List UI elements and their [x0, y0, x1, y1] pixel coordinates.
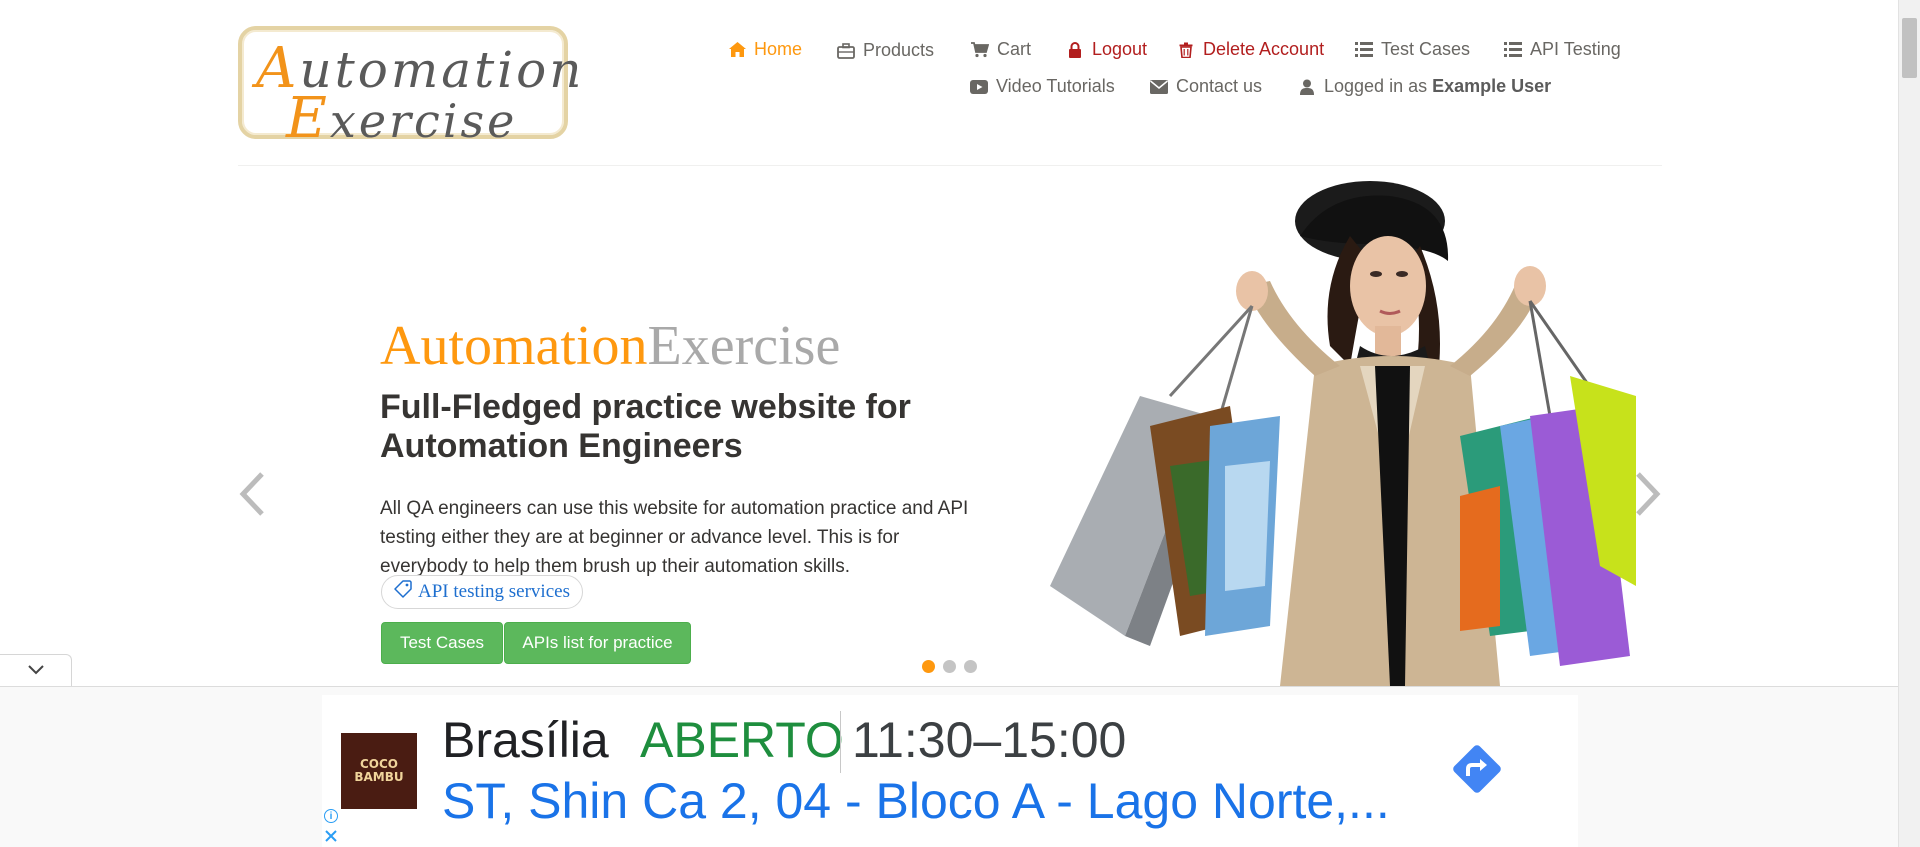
- nav-test-cases[interactable]: Test Cases: [1355, 39, 1470, 60]
- nav-cart[interactable]: Cart: [971, 39, 1031, 60]
- nav-cart-label: Cart: [997, 39, 1032, 59]
- ad-open-status: ABERTO: [640, 712, 844, 768]
- nav-api-testing[interactable]: API Testing: [1504, 39, 1621, 60]
- slider-dot-2[interactable]: [943, 660, 956, 673]
- nav-api-testing-label: API Testing: [1530, 39, 1621, 59]
- test-cases-button[interactable]: Test Cases: [381, 622, 503, 664]
- nav-products[interactable]: Products: [837, 40, 934, 61]
- chevron-down-icon: [27, 662, 45, 680]
- trash-icon: [1177, 41, 1195, 59]
- api-testing-services-link[interactable]: API testing services: [381, 575, 583, 609]
- nav-logout[interactable]: Logout: [1066, 39, 1147, 60]
- ad-collapse-toggle[interactable]: [0, 654, 72, 686]
- cart-icon: [971, 41, 989, 59]
- hero-woman-with-shopping-bags-image: [1030, 166, 1636, 686]
- nav-video-tutorials-label: Video Tutorials: [996, 76, 1115, 96]
- slider-indicators: [922, 660, 977, 673]
- slider-description: All QA engineers can use this website fo…: [380, 498, 969, 577]
- tag-icon: [394, 580, 412, 604]
- ad-hours: 11:30–15:00: [852, 712, 1127, 768]
- user-icon: [1298, 78, 1316, 96]
- ad-brand-logo: COCO BAMBU: [341, 733, 417, 809]
- chevron-left-icon: [238, 471, 266, 522]
- youtube-icon: [970, 78, 988, 96]
- hero-slider: AutomationExercise Full-Fledged practice…: [0, 166, 1898, 686]
- page-scrollbar[interactable]: [1898, 0, 1920, 847]
- envelope-icon: [1150, 78, 1168, 96]
- chevron-right-icon: [1634, 471, 1662, 522]
- apis-list-button[interactable]: APIs list for practice: [504, 622, 691, 664]
- ad-close-icon[interactable]: [323, 828, 339, 844]
- lock-icon: [1066, 41, 1084, 59]
- nav-contact-us[interactable]: Contact us: [1150, 76, 1262, 97]
- nav-test-cases-label: Test Cases: [1381, 39, 1471, 59]
- nav-delete-account-label: Delete Account: [1203, 39, 1325, 59]
- nav-logged-in: Logged in as Example User: [1298, 76, 1551, 97]
- nav-home[interactable]: Home: [728, 39, 802, 60]
- logged-in-text: Logged in as Example User: [1324, 76, 1552, 96]
- ad-address[interactable]: ST, Shin Ca 2, 04 - Bloco A - Lago Norte…: [442, 772, 1390, 830]
- nav-home-label: Home: [754, 39, 803, 59]
- site-header: Automation Exercise Home Products Cart L…: [0, 0, 1898, 166]
- logged-in-username: Example User: [1432, 76, 1552, 96]
- nav-products-label: Products: [863, 40, 935, 60]
- ad-directions-button[interactable]: [1445, 739, 1509, 803]
- list-icon: [1504, 41, 1522, 59]
- ad-separator: [840, 711, 841, 773]
- nav-delete-account[interactable]: Delete Account: [1177, 39, 1324, 60]
- directions-icon: [1446, 738, 1508, 805]
- ad-info-icon[interactable]: i: [324, 809, 338, 823]
- slider-dot-3[interactable]: [964, 660, 977, 673]
- slider-brand-title: AutomationExercise: [380, 315, 841, 377]
- ad-city: Brasília: [442, 712, 609, 768]
- nav-logout-label: Logout: [1092, 39, 1148, 59]
- slider-headline: Full-Fledged practice website for Automa…: [380, 388, 911, 465]
- home-icon: [728, 41, 746, 59]
- api-testing-services-label: API testing services: [418, 581, 570, 602]
- slider-prev-button[interactable]: [232, 466, 272, 526]
- main-nav: Home Products Cart Logout Delete Account: [0, 0, 1898, 166]
- nav-video-tutorials[interactable]: Video Tutorials: [970, 76, 1115, 97]
- scrollbar-thumb[interactable]: [1902, 18, 1917, 78]
- ad-banner[interactable]: COCO BAMBU Brasília ABERTO 11:30–15:00 S…: [322, 695, 1578, 847]
- briefcase-icon: [837, 42, 855, 60]
- list-icon: [1355, 41, 1373, 59]
- slider-dot-1[interactable]: [922, 660, 935, 673]
- nav-contact-us-label: Contact us: [1176, 76, 1263, 96]
